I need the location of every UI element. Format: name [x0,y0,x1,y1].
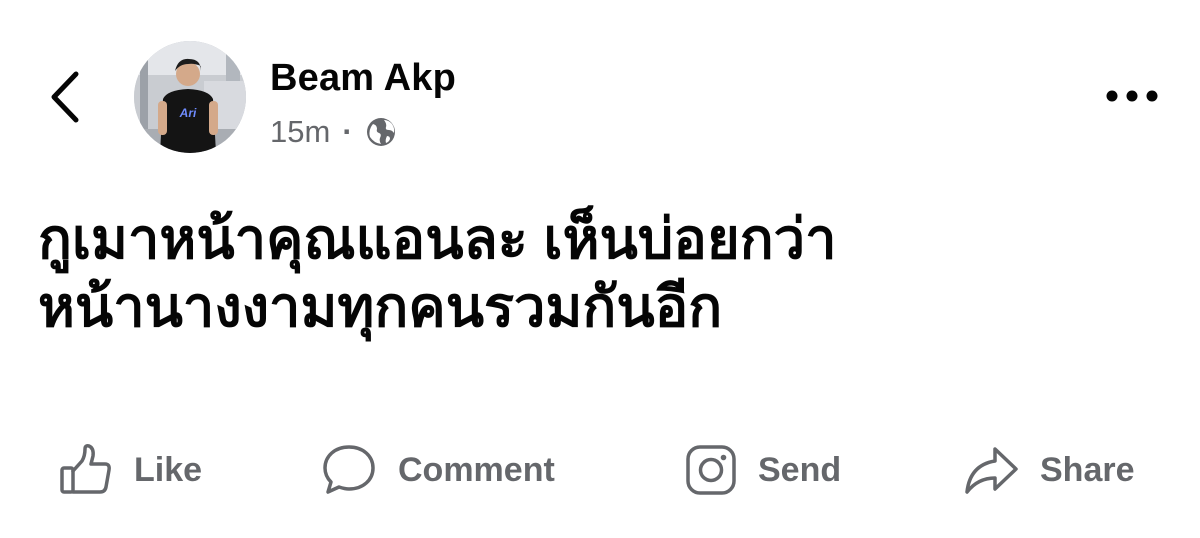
post-text: กูเมาหน้าคุณแอนละ เห็นบ่อยกว่า หน้านางงา… [38,205,1168,342]
send-label: Send [758,450,842,489]
speech-bubble-icon [320,442,378,498]
send-button[interactable]: Send [684,432,841,508]
avatar[interactable]: Ari [134,41,246,153]
avatar-photo: Ari [134,41,246,153]
like-button[interactable]: Like [58,432,202,508]
more-horizontal-icon [1106,90,1158,102]
comment-button[interactable]: Comment [320,432,555,508]
share-arrow-icon [962,443,1020,497]
share-button[interactable]: Share [962,432,1135,508]
chevron-left-icon [51,71,79,123]
shirt-logo-text: Ari [179,106,197,120]
share-label: Share [1040,450,1135,489]
post-text-line-2: หน้านางงามทุกคนรวมกันอีก [38,275,723,339]
meta-separator: · [342,114,353,149]
back-button[interactable] [40,66,90,128]
timestamp[interactable]: 15m [270,114,330,150]
comment-label: Comment [398,450,555,489]
action-bar: Like Comment Send Share [0,432,1200,508]
like-label: Like [134,450,203,489]
more-options-button[interactable] [1100,76,1164,116]
facebook-post: Ari Beam Akp 15m · กูเมาหน้าคุณแอนละ เห็… [0,0,1200,538]
globe-icon[interactable] [365,116,397,148]
post-meta: 15m · [270,112,397,152]
author-name[interactable]: Beam Akp [270,57,456,100]
post-text-line-1: กูเมาหน้าคุณแอนละ เห็นบ่อยกว่า [38,207,837,270]
instagram-icon [684,443,738,497]
thumbs-up-icon [58,442,114,498]
